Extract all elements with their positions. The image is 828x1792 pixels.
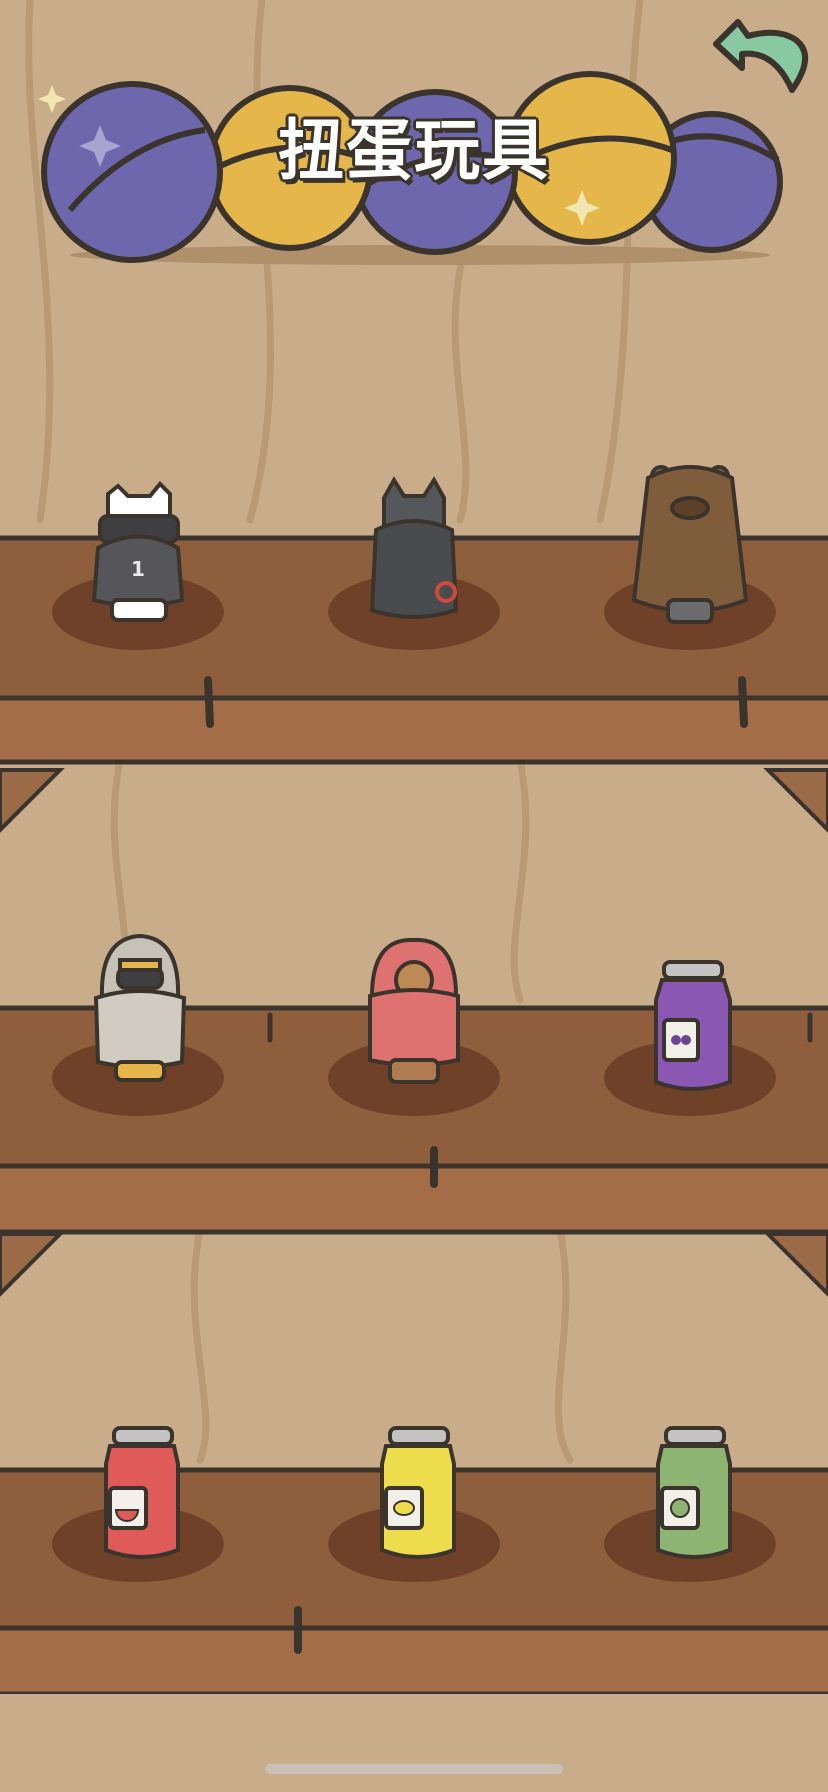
toy-slot-red-hood[interactable] <box>354 930 474 1100</box>
toy-slot-lemon-jam[interactable] <box>354 1410 474 1580</box>
toy-slot-bear[interactable] <box>630 460 750 630</box>
toy-slot-grape-jam[interactable] <box>630 950 750 1120</box>
toy-slot-melon-jam[interactable] <box>630 1410 750 1580</box>
toy-slot-watermelon-jam[interactable] <box>78 1410 198 1580</box>
back-button[interactable] <box>708 10 818 100</box>
toy-slot-hooded-ninja[interactable] <box>78 930 198 1100</box>
toy-collection-screen: 1 扭蛋玩具 <box>0 0 828 1792</box>
toy-slot-cat-cloak[interactable] <box>354 470 474 640</box>
page-title: 扭蛋玩具 <box>278 112 550 189</box>
toy-slot-cat-ninja[interactable] <box>78 470 198 640</box>
home-indicator[interactable] <box>265 1764 563 1774</box>
back-arrow-icon <box>713 19 808 93</box>
